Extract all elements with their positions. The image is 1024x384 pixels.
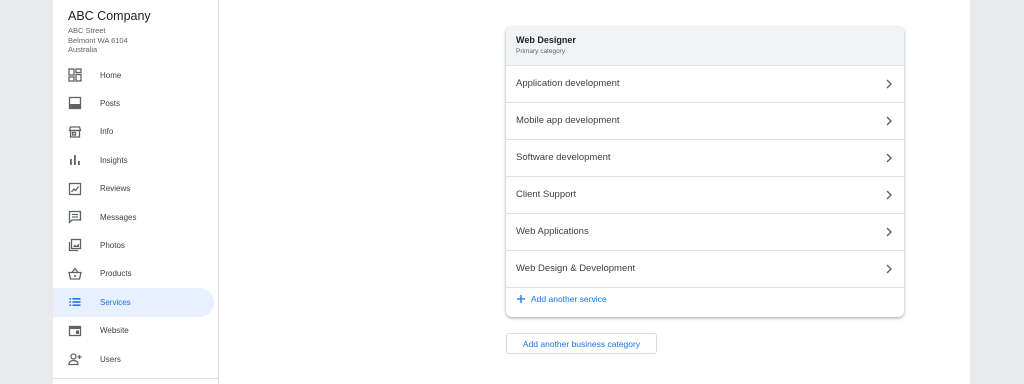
sidebar-item-users[interactable]: Users	[53, 345, 214, 373]
service-row[interactable]: Web Design & Development	[506, 251, 904, 288]
service-row[interactable]: Web Applications	[506, 214, 904, 251]
service-row[interactable]: Mobile app development	[506, 103, 904, 140]
reviews-icon	[68, 182, 82, 196]
chevron-right-icon	[886, 116, 892, 126]
sidebar-item-label: Insights	[100, 155, 128, 165]
service-label: Web Applications	[516, 226, 589, 237]
services-card: Web Designer Primary category Applicatio…	[506, 27, 904, 317]
chevron-right-icon	[886, 227, 892, 237]
sidebar-item-label: Users	[100, 354, 121, 364]
service-label: Software development	[516, 152, 611, 163]
sidebar-item-label: Reviews	[100, 184, 131, 194]
sidebar-item-posts[interactable]: Posts	[53, 89, 214, 117]
service-row[interactable]: Client Support	[506, 177, 904, 214]
website-icon	[68, 324, 82, 338]
sidebar-item-label: Services	[100, 297, 131, 307]
service-label: Client Support	[516, 189, 577, 200]
photos-icon	[68, 238, 82, 252]
sidebar-item-label: Messages	[100, 212, 137, 222]
storefront-icon	[68, 125, 82, 139]
sidebar-item-website[interactable]: Website	[53, 317, 214, 345]
sidebar: ABC Company ABC Street Belmont WA 6104 A…	[53, 0, 219, 384]
address-line-3: Australia	[68, 45, 98, 54]
posts-icon	[68, 96, 82, 110]
add-service-label: Add another service	[531, 294, 607, 304]
sidebar-item-label: Home	[100, 70, 122, 80]
address-line-2: Belmont WA 6104	[68, 35, 128, 45]
sidebar-nav: Home Posts Info Insights Reviews Message…	[53, 61, 218, 373]
sidebar-item-photos[interactable]: Photos	[53, 231, 214, 259]
list-icon	[68, 295, 82, 309]
sidebar-item-home[interactable]: Home	[53, 61, 214, 89]
chevron-right-icon	[886, 190, 892, 200]
service-label: Mobile app development	[516, 115, 620, 126]
sidebar-item-messages[interactable]: Messages	[53, 203, 214, 231]
chevron-right-icon	[886, 153, 892, 163]
add-business-category-button[interactable]: Add another business category	[506, 333, 657, 354]
sidebar-item-label: Posts	[100, 99, 121, 109]
app-frame: ABC Company ABC Street Belmont WA 6104 A…	[53, 0, 970, 384]
sidebar-item-label: Info	[100, 127, 114, 137]
chevron-right-icon	[886, 264, 892, 274]
service-label: Application development	[516, 78, 620, 89]
category-subtitle: Primary category	[516, 48, 566, 55]
sidebar-item-label: Products	[100, 269, 132, 279]
service-label: Web Design & Development	[516, 263, 636, 274]
divider	[53, 378, 218, 379]
address-line-1: ABC Street	[68, 26, 106, 35]
sidebar-item-info[interactable]: Info	[53, 118, 214, 146]
sidebar-item-products[interactable]: Products	[53, 260, 214, 288]
sidebar-item-reviews[interactable]: Reviews	[53, 175, 214, 203]
category-title: Web Designer	[516, 35, 576, 45]
sidebar-item-label: Website	[100, 326, 129, 336]
plus-icon	[517, 295, 525, 303]
service-row[interactable]: Application development	[506, 66, 904, 103]
chevron-right-icon	[886, 79, 892, 89]
sidebar-item-services[interactable]: Services	[53, 288, 214, 317]
add-service-button[interactable]: Add another service	[516, 292, 607, 306]
service-row[interactable]: Software development	[506, 140, 904, 177]
sidebar-item-insights[interactable]: Insights	[53, 146, 214, 174]
card-header: Web Designer Primary category	[506, 27, 904, 66]
dashboard-icon	[68, 68, 82, 82]
basket-icon	[68, 267, 82, 281]
business-name: ABC Company	[68, 9, 151, 23]
bar-chart-icon	[68, 153, 82, 167]
message-icon	[68, 210, 82, 224]
sidebar-item-label: Photos	[100, 241, 125, 251]
add-user-icon	[68, 352, 82, 366]
